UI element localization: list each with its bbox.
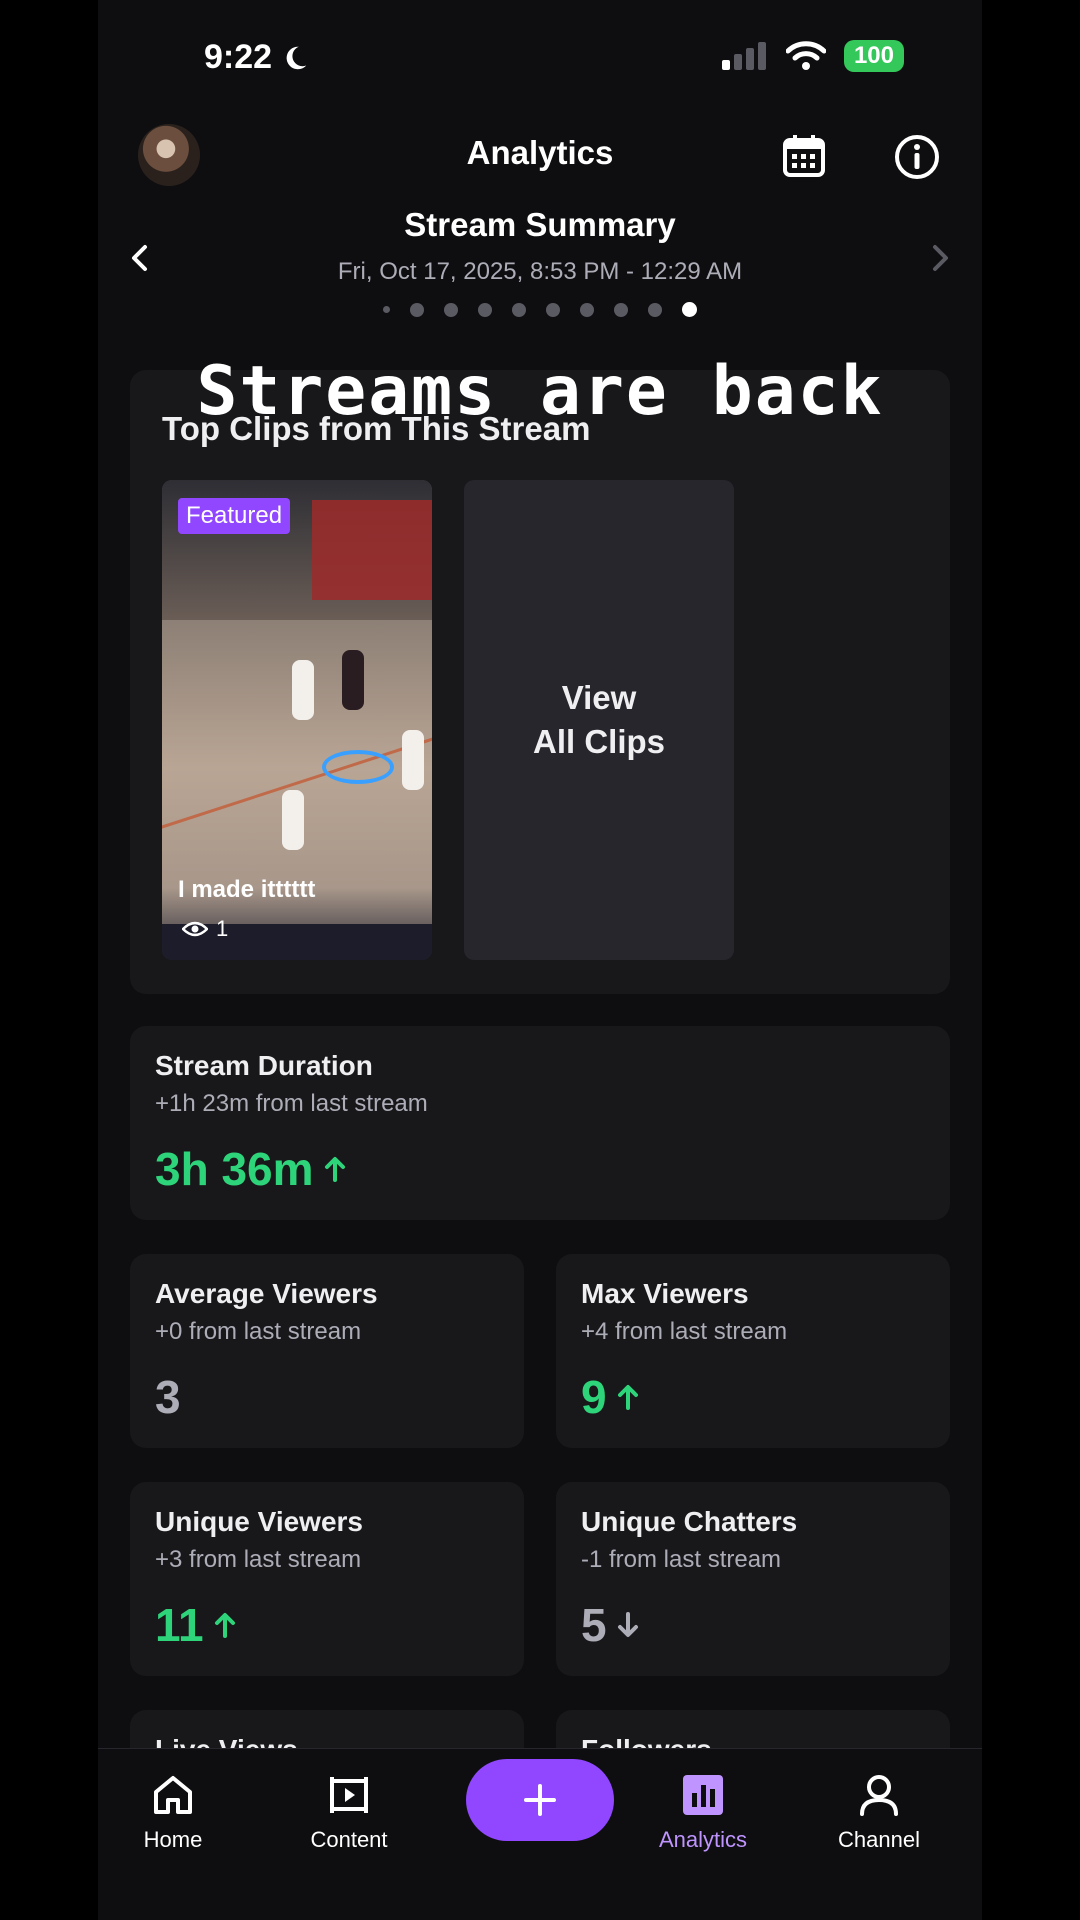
status-time: 9:22 <box>204 38 310 77</box>
stat-value: 3 <box>155 1370 181 1424</box>
page-dot[interactable] <box>383 306 390 313</box>
clip-image-player <box>342 650 364 710</box>
stat-subtitle: +4 from last stream <box>581 1318 788 1345</box>
tab-label: Content <box>310 1827 388 1852</box>
moon-icon <box>286 46 307 69</box>
max-viewers-card[interactable]: Max Viewers +4 from last stream 9 <box>556 1254 950 1448</box>
tab-label: Home <box>143 1827 203 1852</box>
page-dot[interactable] <box>648 302 662 317</box>
tab-label: Analytics <box>658 1827 748 1852</box>
page-dot[interactable] <box>580 302 594 317</box>
stat-subtitle: -1 from last stream <box>581 1546 782 1573</box>
eye-icon <box>182 921 208 937</box>
tab-channel[interactable]: Channel <box>814 1773 944 1853</box>
video-caption-overlay: Streams are back <box>196 352 884 431</box>
view-all-line1: View <box>561 679 637 716</box>
arrow-up-icon <box>617 1385 638 1410</box>
tab-home[interactable]: Home <box>108 1773 238 1853</box>
calendar-icon[interactable] <box>782 134 826 178</box>
page-dot[interactable] <box>444 302 458 317</box>
stat-value-text: 3h 36m <box>155 1143 314 1195</box>
stream-duration-card[interactable]: Stream Duration +1h 23m from last stream… <box>130 1026 950 1220</box>
create-button[interactable] <box>466 1759 614 1841</box>
clip-image-player <box>402 730 424 790</box>
tab-analytics[interactable]: Analytics <box>638 1773 768 1853</box>
home-icon <box>154 1776 192 1814</box>
status-indicators: 100 <box>721 40 904 72</box>
stat-subtitle: +1h 23m from last stream <box>155 1090 428 1117</box>
stat-value-text: 5 <box>581 1599 607 1651</box>
page-title: Analytics <box>466 134 614 171</box>
clip-views: 1 <box>182 916 228 942</box>
info-icon[interactable] <box>894 134 940 180</box>
stat-title: Unique Viewers <box>155 1506 364 1537</box>
average-viewers-card[interactable]: Average Viewers +0 from last stream 3 <box>130 1254 524 1448</box>
clip-image-indicator <box>322 750 394 784</box>
plus-icon <box>524 1784 556 1816</box>
page-dot-active[interactable] <box>682 302 697 317</box>
stat-subtitle: +0 from last stream <box>155 1318 362 1345</box>
bottom-nav: Home Content Analytics Channel <box>98 1748 982 1920</box>
clip-title: I made itttttt <box>178 876 316 903</box>
page-dot[interactable] <box>478 302 492 317</box>
tab-content[interactable]: Content <box>284 1773 414 1853</box>
stat-subtitle: +3 from last stream <box>155 1546 362 1573</box>
stat-value: 9 <box>581 1370 639 1424</box>
person-icon <box>860 1775 898 1816</box>
view-all-clips-button[interactable]: View All Clips <box>464 480 734 960</box>
stat-value: 3h 36m <box>155 1142 346 1196</box>
unique-chatters-card[interactable]: Unique Chatters -1 from last stream 5 <box>556 1482 950 1676</box>
clip-image-player <box>292 660 314 720</box>
page-indicator[interactable] <box>98 302 982 317</box>
top-clips-card: Top Clips from This Stream Featured I ma… <box>130 370 950 994</box>
status-time-text: 9:22 <box>204 38 273 76</box>
stat-title: Unique Chatters <box>581 1506 798 1537</box>
arrow-up-icon <box>214 1613 235 1638</box>
page-dot[interactable] <box>614 302 628 317</box>
page-dot[interactable] <box>546 302 560 317</box>
clip-image-banner <box>312 500 432 600</box>
arrow-down-icon <box>617 1612 638 1637</box>
phone-screen: 9:22 100 Analytics Stream Summary Fri, O… <box>98 0 982 1920</box>
view-all-line2: All Clips <box>532 723 666 760</box>
clip-thumbnail[interactable]: Featured I made itttttt 1 <box>162 480 432 960</box>
summary-date: Fri, Oct 17, 2025, 8:53 PM - 12:29 AM <box>337 258 743 285</box>
page-dot[interactable] <box>410 302 424 317</box>
stat-value-text: 9 <box>581 1371 607 1423</box>
arrow-up-icon <box>324 1157 345 1182</box>
wifi-icon <box>785 41 826 70</box>
summary-title: Stream Summary <box>404 206 676 243</box>
content-icon <box>330 1777 368 1813</box>
tab-label: Channel <box>838 1827 920 1852</box>
stat-value: 11 <box>155 1598 236 1652</box>
stat-title: Stream Duration <box>155 1050 373 1081</box>
featured-badge: Featured <box>178 498 291 534</box>
clip-view-count: 1 <box>216 916 229 941</box>
cellular-signal-icon <box>721 42 766 70</box>
stat-value: 5 <box>581 1598 639 1652</box>
stat-title: Average Viewers <box>155 1278 378 1309</box>
analytics-icon <box>683 1775 723 1815</box>
stat-value-text: 3 <box>155 1371 181 1423</box>
stat-title: Max Viewers <box>581 1278 749 1309</box>
stat-value-text: 11 <box>155 1599 204 1651</box>
page-dot[interactable] <box>512 302 526 317</box>
battery-indicator: 100 <box>843 40 904 72</box>
unique-viewers-card[interactable]: Unique Viewers +3 from last stream 11 <box>130 1482 524 1676</box>
clip-image-player <box>282 790 304 850</box>
